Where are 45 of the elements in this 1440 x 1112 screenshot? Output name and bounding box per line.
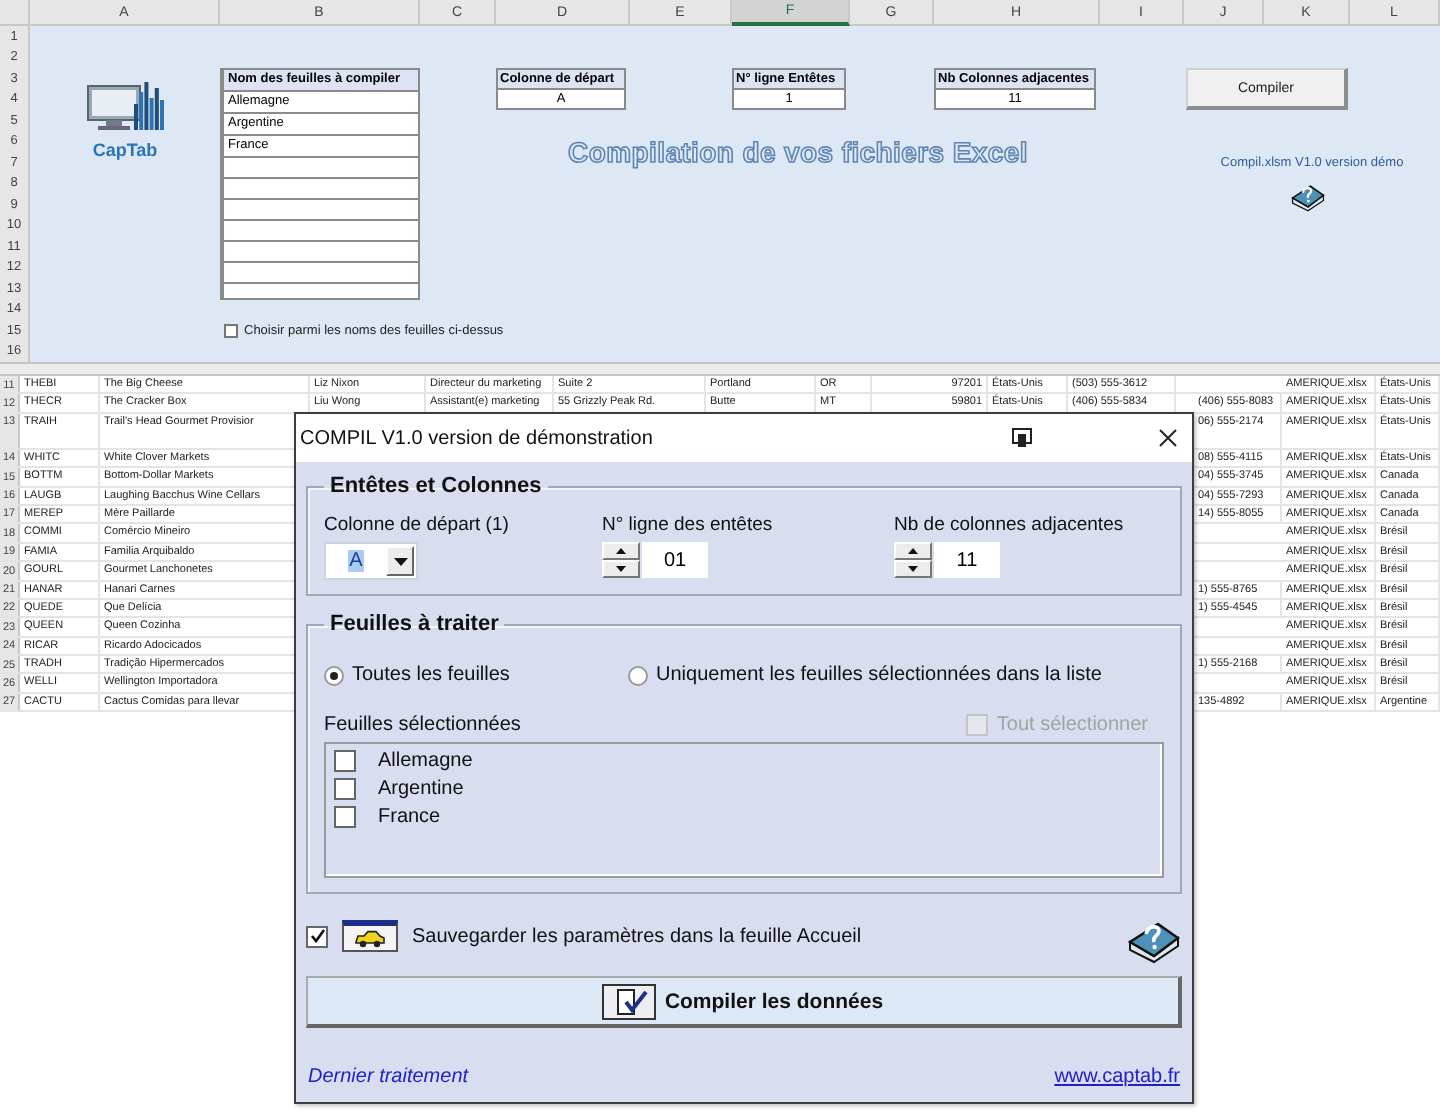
spin-down-button[interactable]: [894, 560, 932, 578]
checkbox[interactable]: [334, 778, 356, 800]
checkbox-label: Sauvegarder les paramètres dans la feuille Accueil: [412, 925, 864, 947]
start-column-combo[interactable]: A: [324, 542, 418, 580]
checkbox-label: Argentine: [378, 778, 464, 800]
caret-icon: [393, 557, 407, 565]
status-text: Dernier traitement: [308, 1066, 469, 1088]
close-icon: [1158, 428, 1178, 448]
logo-text: CapTab: [92, 140, 158, 161]
number-field[interactable]: 01: [642, 542, 708, 578]
checkbox[interactable]: [334, 806, 356, 828]
spin-up-button[interactable]: [894, 542, 932, 560]
restore-icon: [1012, 428, 1032, 448]
compile-data-button[interactable]: Compiler les données: [306, 976, 1182, 1028]
frame-title: Entêtes et Colonnes: [328, 474, 544, 498]
spin-up-button[interactable]: [602, 542, 640, 560]
field-label: Nb de colonnes adjacentes: [894, 514, 1126, 536]
checkmark-icon: [309, 928, 325, 944]
checkbox-label: Allemagne: [378, 750, 473, 772]
dropdown-button[interactable]: [386, 546, 414, 576]
down-arrow-icon: [908, 566, 918, 572]
radio-button[interactable]: [628, 665, 648, 685]
down-arrow-icon: [616, 566, 626, 572]
list-label: Feuilles sélectionnées: [324, 714, 521, 736]
radio-label: Uniquement les feuilles sélectionnées dans la liste: [656, 664, 1102, 686]
number-field[interactable]: 11: [934, 542, 1000, 578]
checkbox[interactable]: [224, 323, 238, 338]
field-label: N° ligne des entêtes: [602, 514, 775, 536]
radio-button[interactable]: [324, 665, 344, 685]
spin-down-button[interactable]: [602, 560, 640, 578]
save-icon-button[interactable]: [342, 920, 398, 952]
field-label: Colonne de départ (1): [324, 514, 511, 536]
up-arrow-icon: [908, 548, 918, 554]
up-arrow-icon: [616, 548, 626, 554]
car-icon: [354, 929, 386, 947]
checkbox-label: France: [378, 806, 441, 828]
logo-icon: [85, 80, 165, 135]
checkbox[interactable]: [306, 925, 328, 947]
checkbox[interactable]: [334, 750, 356, 772]
radio-label: Toutes les feuilles: [352, 664, 510, 686]
checkbox-label: Tout sélectionner: [996, 714, 1148, 736]
sheet-title: Compilation de vos fichiers Excel: [566, 134, 1030, 173]
website-link[interactable]: www.captab.fr: [1054, 1066, 1180, 1088]
frame-title: Feuilles à traiter: [328, 612, 501, 636]
window-title: COMPIL V1.0 version de démonstration: [300, 427, 655, 449]
